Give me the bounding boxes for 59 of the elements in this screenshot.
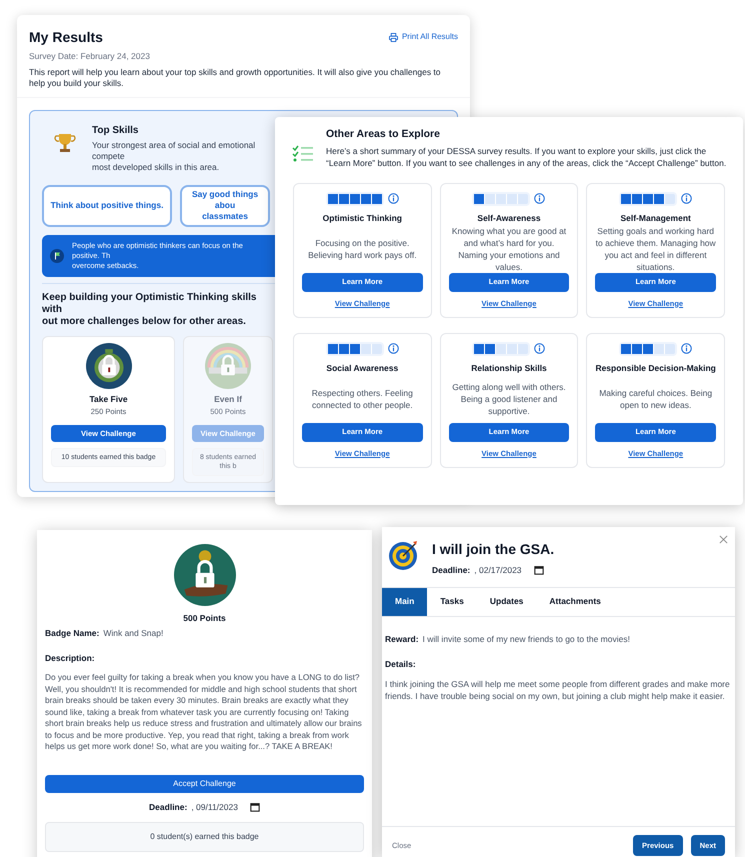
deadline-date: , 02/17/2023: [474, 564, 522, 577]
area-description: Knowing what you are good at and what’s hard for you. Naming your emotions and values.: [450, 224, 568, 272]
tab[interactable]: Main: [382, 588, 428, 616]
print-link[interactable]: Print All Results: [388, 31, 458, 43]
details-text: I think joining the GSA will help me meet some people from different grades and make more friends. I have trouble being social on my own, but joining a club might help make it easier.: [385, 678, 731, 702]
flag-icon: [50, 248, 64, 263]
area-description: Setting goals and working hard to achieve them. Managing how you act and feel in different situations.: [595, 224, 716, 272]
area-title: Optimistic Thinking: [322, 212, 402, 224]
field-label: Details:: [385, 658, 417, 670]
area-description: Focusing on the positive. Believing hard work pays off.: [307, 236, 418, 260]
area-description: Respecting others. Feeling connected to other people.: [310, 386, 414, 410]
intro-text: This report will help you learn about your top skills and growth opportunities. It will also give you challenges to help you build your skills.: [29, 66, 442, 89]
calendar-icon: [534, 565, 544, 576]
area-title: Social Awareness: [326, 362, 398, 374]
dialog-title: I will join the GSA.: [432, 540, 554, 559]
info-icon: [388, 343, 399, 354]
field-label: Reward:: [385, 632, 419, 646]
badge-earned-count: 0 student(s) earned this badge: [45, 822, 364, 852]
area-description: Getting along well with others. Being a good listener and supportive.: [451, 380, 567, 416]
area-title: Self-Awareness: [477, 212, 541, 224]
section-title: Top Skills: [92, 124, 140, 138]
reward-text: I will invite some of my new friends to go to the movies!: [422, 632, 630, 646]
skill-suggestion-button[interactable]: Think about positive things.: [42, 184, 172, 227]
info-icon: [388, 193, 399, 204]
target-icon: [388, 539, 420, 571]
badge-points: 500 Points: [183, 612, 226, 625]
area-description: Making careful choices. Being open to new ideas.: [598, 386, 714, 410]
area-title: Responsible Decision-Making: [595, 362, 716, 374]
deadline-date: , 09/11/2023: [191, 800, 238, 814]
checklist-icon: [292, 145, 314, 163]
close-icon: [718, 534, 728, 544]
field-label: Deadline:: [432, 564, 470, 577]
info-icon: [534, 343, 546, 354]
badge-name: Take Five: [89, 392, 128, 406]
info-icon: [681, 193, 692, 204]
badge-name: Wink and Snap!: [103, 626, 164, 640]
calendar-icon: [250, 802, 260, 812]
field-label: Deadline:: [149, 800, 188, 814]
close-button[interactable]: [717, 533, 729, 545]
keep-building-text: Keep building your Optimistic Thinking skills with out more challenges below for other areas.: [42, 292, 258, 328]
printer-icon: [388, 32, 398, 42]
section-title: Other Areas to Explore: [326, 127, 441, 142]
section-description: Your strongest area of social and emotional compete most developed skills in this area.: [92, 140, 256, 173]
lock-badge-icon: [205, 342, 251, 389]
field-label: Description:: [45, 652, 96, 664]
area-title: Self-Management: [620, 212, 691, 224]
field-label: Badge Name:: [45, 626, 100, 640]
lock-badge-icon: [86, 342, 132, 389]
lock-badge-icon: [174, 544, 236, 606]
page-title: My Results: [29, 28, 103, 47]
badge-name: Even If: [214, 392, 242, 406]
section-description: Here’s a short summary of your DESSA survey results. If you want to explore your skills, just click the “Learn More” button. If you want to see challenges in any of the areas, click the “Accept Challenge” button.: [326, 144, 728, 169]
area-title: Relationship Skills: [471, 362, 547, 374]
info-icon: [534, 193, 546, 204]
skill-suggestion-button[interactable]: Say good things abou classmates: [180, 184, 270, 227]
accept-challenge-button[interactable]: Accept Challenge: [45, 774, 364, 793]
survey-date: Survey Date: February 24, 2023: [29, 50, 151, 63]
badge-description: Do you ever feel guilty for taking a break when you know you have a LONG to do list? Well, you shouldn't! It is recommended for middle and high school students that short brain breaks should be taken every 30 minutes. Brain breaks are exactly what they sound like, taking a break from whatever task you are currently focusing on! Taking short brain breaks help us reduce stress and frustration and ultimately allow our brains to focus and be more productive. Yep, you read that right, taking a break from work helps us get more work done! So, what are you waiting for...? TAKE A BREAK!: [45, 672, 363, 753]
info-icon: [681, 343, 692, 354]
